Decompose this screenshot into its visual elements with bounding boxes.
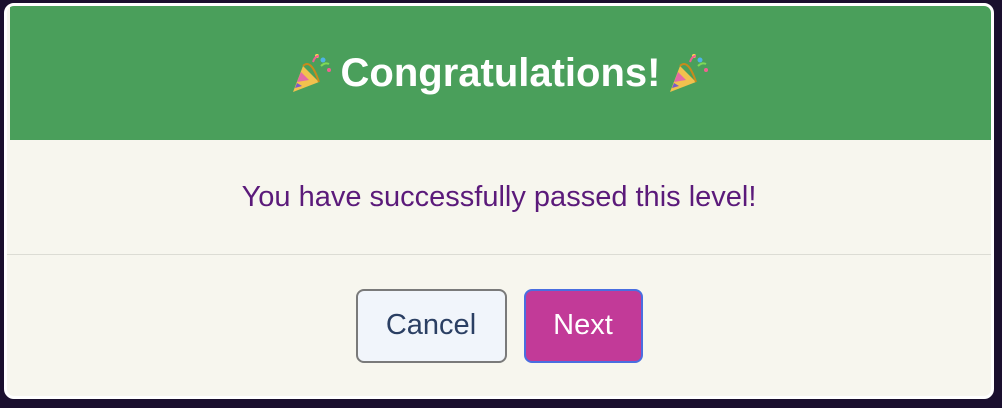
dialog-header: Congratulations!	[10, 6, 991, 140]
dialog-body: You have successfully passed this level!	[7, 140, 991, 254]
dialog-title: Congratulations!	[340, 50, 661, 95]
party-popper-icon	[666, 50, 712, 96]
cancel-button[interactable]: Cancel	[355, 288, 507, 363]
party-popper-icon	[289, 50, 335, 96]
congratulations-dialog: Congratulations! You have successfully p…	[4, 3, 994, 399]
dialog-message: You have successfully passed this level!	[241, 180, 757, 213]
dialog-footer: Cancel Next	[7, 255, 991, 396]
next-button[interactable]: Next	[523, 288, 643, 363]
